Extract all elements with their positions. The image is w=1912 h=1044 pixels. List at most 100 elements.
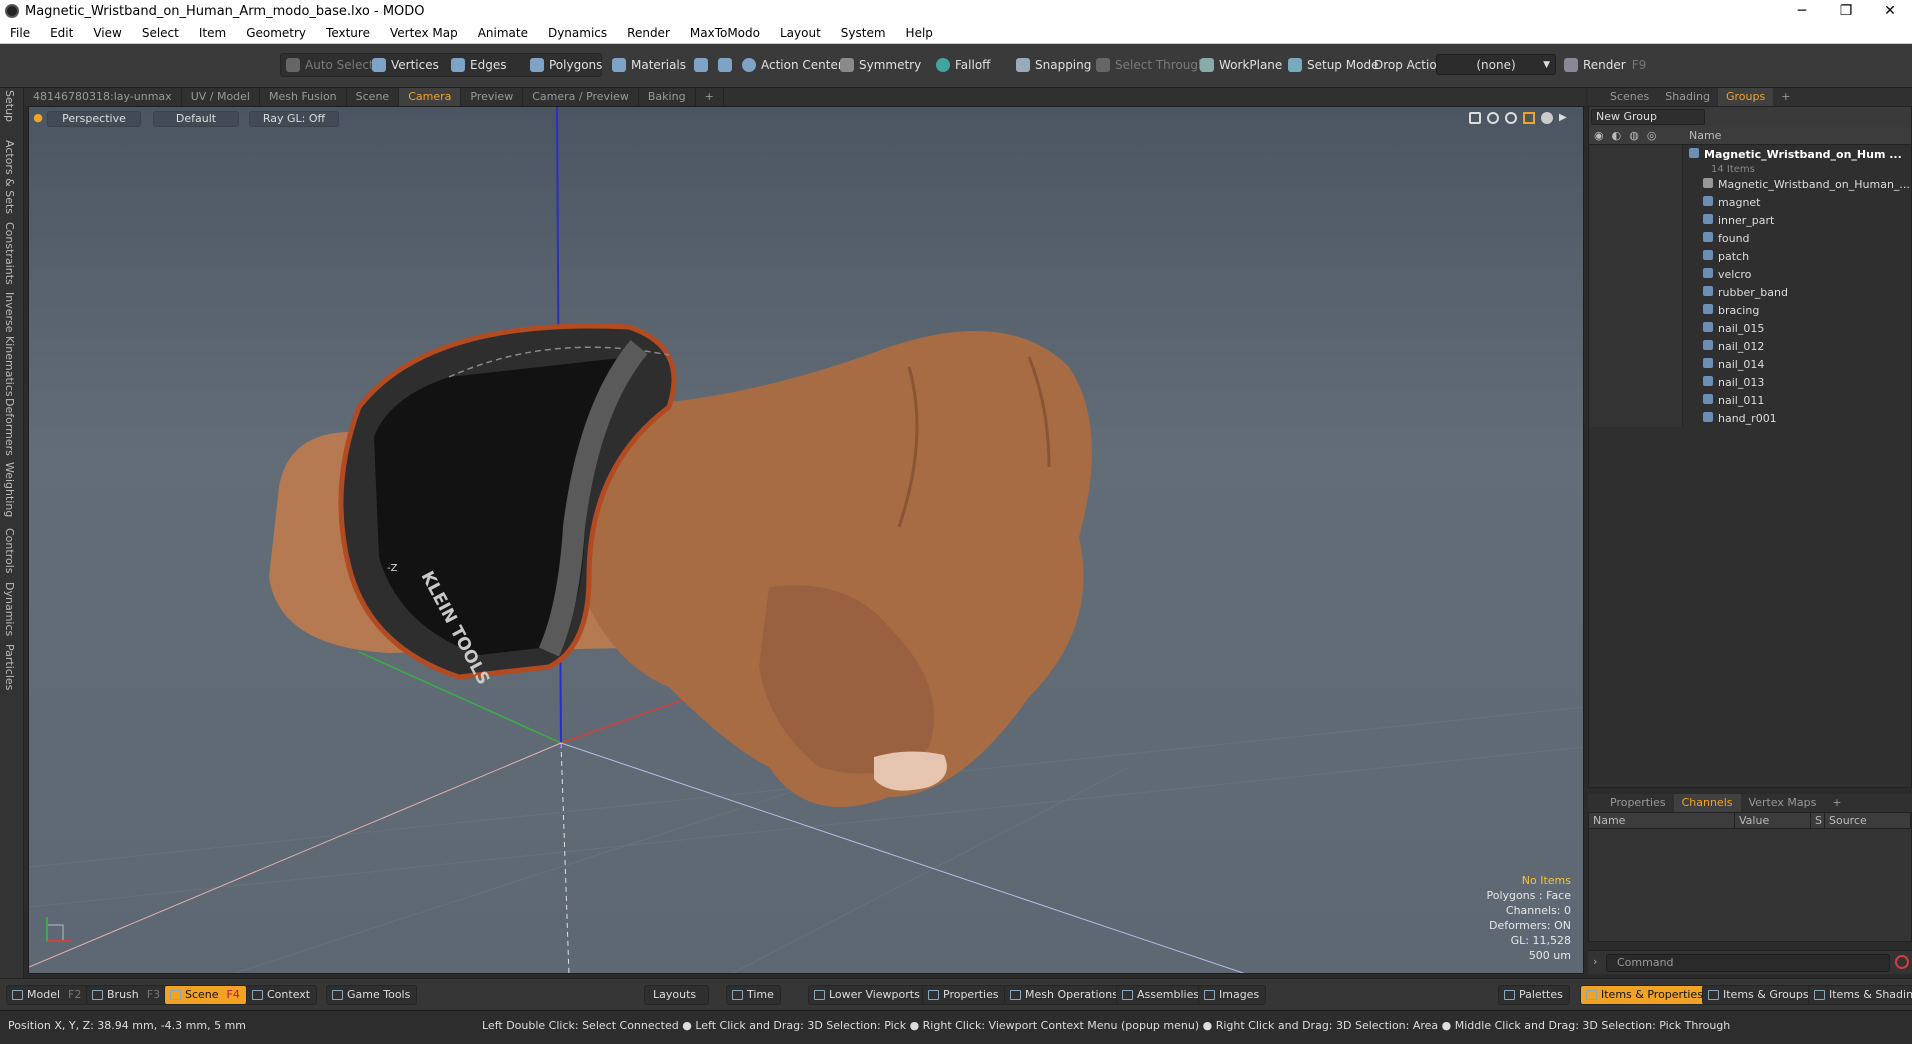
- zoom-view-icon[interactable]: [1505, 112, 1517, 124]
- command-input[interactable]: Command: [1606, 954, 1890, 972]
- menu-animate[interactable]: Animate: [468, 26, 538, 40]
- record-icon[interactable]: [1895, 955, 1909, 969]
- tab-uv-model[interactable]: UV / Model: [182, 88, 260, 106]
- gear-icon[interactable]: [1541, 112, 1553, 124]
- list-item[interactable]: Magnetic_Wristband_on_Human_...: [1589, 175, 1911, 193]
- tab-camera-preview[interactable]: Camera / Preview: [523, 88, 639, 106]
- tab-deformers[interactable]: Deformers: [3, 398, 16, 456]
- tab-dynamics[interactable]: Dynamics: [3, 582, 16, 636]
- menu-texture[interactable]: Texture: [316, 26, 380, 40]
- viewport-options-icon[interactable]: ●: [33, 111, 43, 127]
- fit-view-icon[interactable]: [1523, 112, 1535, 124]
- minimize-button[interactable]: ─: [1780, 0, 1824, 22]
- layouts-button[interactable]: Layouts: [644, 985, 710, 1005]
- tab-actors-sets[interactable]: Actors & Sets: [3, 140, 16, 214]
- tab-mesh-fusion[interactable]: Mesh Fusion: [260, 88, 347, 106]
- items-groups-button[interactable]: Items & Groups: [1702, 985, 1816, 1005]
- center-toggle-button[interactable]: [718, 54, 737, 76]
- menu-edit[interactable]: Edit: [40, 26, 83, 40]
- snap-toggle-button[interactable]: [694, 54, 713, 76]
- add-tab-button[interactable]: +: [696, 88, 724, 106]
- menu-layout[interactable]: Layout: [770, 26, 831, 40]
- menu-vertex-map[interactable]: Vertex Map: [380, 26, 468, 40]
- scene-layout-button[interactable]: Scene F4: [164, 985, 247, 1005]
- palettes-button[interactable]: Palettes: [1498, 985, 1570, 1005]
- list-item[interactable]: bracing: [1589, 301, 1911, 319]
- tab-camera[interactable]: Camera: [399, 88, 462, 106]
- list-item[interactable]: nail_015: [1589, 319, 1911, 337]
- tab-vertex-maps[interactable]: Vertex Maps: [1741, 794, 1825, 812]
- channel-name-header[interactable]: Name: [1589, 813, 1735, 828]
- add-tab-button[interactable]: +: [1773, 88, 1798, 106]
- tab-properties[interactable]: Properties: [1602, 794, 1674, 812]
- edges-button[interactable]: Edges: [451, 54, 506, 76]
- images-button[interactable]: Images: [1198, 985, 1267, 1005]
- 3d-viewport[interactable]: KLEIN TOOLS -Z ● Perspective Default Ray…: [28, 106, 1584, 974]
- properties-button[interactable]: Properties: [922, 985, 1006, 1005]
- items-properties-button[interactable]: Items & Properties: [1580, 985, 1710, 1005]
- chevron-right-icon[interactable]: ▶: [1559, 112, 1571, 124]
- lock-icon[interactable]: ◍: [1629, 129, 1639, 142]
- channel-source-header[interactable]: Source: [1825, 813, 1911, 828]
- falloff-button[interactable]: Falloff: [936, 54, 990, 76]
- tab-scenes[interactable]: Scenes: [1602, 88, 1657, 106]
- raygl-toggle[interactable]: Ray GL: Off: [249, 111, 339, 127]
- menu-file[interactable]: File: [0, 26, 40, 40]
- list-item[interactable]: nail_011: [1589, 391, 1911, 409]
- new-group-button[interactable]: New Group: [1591, 109, 1705, 125]
- mesh-operations-button[interactable]: Mesh Operations: [1004, 985, 1125, 1005]
- rotate-view-icon[interactable]: [1487, 112, 1499, 124]
- tab-preview[interactable]: Preview: [461, 88, 524, 106]
- model-layout-button[interactable]: Model F2: [6, 985, 89, 1005]
- workplane-button[interactable]: WorkPlane: [1200, 54, 1282, 76]
- restore-button[interactable]: ❐: [1824, 0, 1868, 22]
- tab-baking[interactable]: Baking: [639, 88, 696, 106]
- auto-select-button[interactable]: Auto Select: [286, 54, 374, 76]
- drop-action-dropdown[interactable]: (none) ▼: [1436, 54, 1556, 75]
- channel-value-header[interactable]: Value: [1735, 813, 1811, 828]
- tab-weighting[interactable]: Weighting: [3, 462, 16, 517]
- items-shading-button[interactable]: Items & Shading: [1808, 985, 1912, 1005]
- brush-layout-button[interactable]: Brush F3: [86, 985, 168, 1005]
- tab-scene[interactable]: Scene: [347, 88, 400, 106]
- list-item[interactable]: rubber_band: [1589, 283, 1911, 301]
- snapping-button[interactable]: Snapping: [1016, 54, 1091, 76]
- list-item[interactable]: nail_012: [1589, 337, 1911, 355]
- render-visibility-icon[interactable]: ◐: [1612, 129, 1622, 142]
- symmetry-button[interactable]: Symmetry: [840, 54, 921, 76]
- tab-controls[interactable]: Controls: [3, 528, 16, 574]
- list-item[interactable]: nail_013: [1589, 373, 1911, 391]
- tab-shading[interactable]: Shading: [1657, 88, 1718, 106]
- channel-s-header[interactable]: S: [1811, 813, 1825, 828]
- tab-setup[interactable]: Setup: [3, 90, 16, 122]
- tab-channels[interactable]: Channels: [1673, 794, 1741, 812]
- list-item[interactable]: nail_014: [1589, 355, 1911, 373]
- close-button[interactable]: ✕: [1868, 0, 1912, 22]
- select-through-button[interactable]: Select Through: [1096, 54, 1206, 76]
- list-item[interactable]: found: [1589, 229, 1911, 247]
- action-center-button[interactable]: Action Center: [742, 54, 843, 76]
- menu-maxtomodo[interactable]: MaxToModo: [680, 26, 770, 40]
- tab-inverse-kinematics[interactable]: Inverse Kinematics: [3, 292, 16, 397]
- menu-dynamics[interactable]: Dynamics: [538, 26, 617, 40]
- name-column-header[interactable]: Name: [1683, 129, 1721, 142]
- menu-item[interactable]: Item: [189, 26, 236, 40]
- menu-render[interactable]: Render: [617, 26, 680, 40]
- menu-help[interactable]: Help: [896, 26, 943, 40]
- game-tools-layout-button[interactable]: Game Tools: [326, 985, 418, 1005]
- add-tab-button[interactable]: +: [1824, 794, 1849, 812]
- list-item[interactable]: velcro: [1589, 265, 1911, 283]
- time-button[interactable]: Time: [726, 985, 781, 1005]
- menu-system[interactable]: System: [831, 26, 896, 40]
- shading-dropdown[interactable]: Default: [153, 111, 239, 127]
- vertices-button[interactable]: Vertices: [372, 54, 439, 76]
- tab-lay-unmax[interactable]: 48146780318:lay-unmax: [24, 88, 182, 106]
- polygons-button[interactable]: Polygons: [530, 54, 602, 76]
- tab-groups[interactable]: Groups: [1717, 88, 1774, 106]
- materials-button[interactable]: Materials: [612, 54, 686, 76]
- lower-viewports-button[interactable]: Lower Viewports: [808, 985, 927, 1005]
- view-type-dropdown[interactable]: Perspective: [47, 111, 141, 127]
- render-button[interactable]: Render F9: [1564, 54, 1646, 76]
- assemblies-button[interactable]: Assemblies: [1116, 985, 1207, 1005]
- eye-icon[interactable]: ◉: [1594, 129, 1604, 142]
